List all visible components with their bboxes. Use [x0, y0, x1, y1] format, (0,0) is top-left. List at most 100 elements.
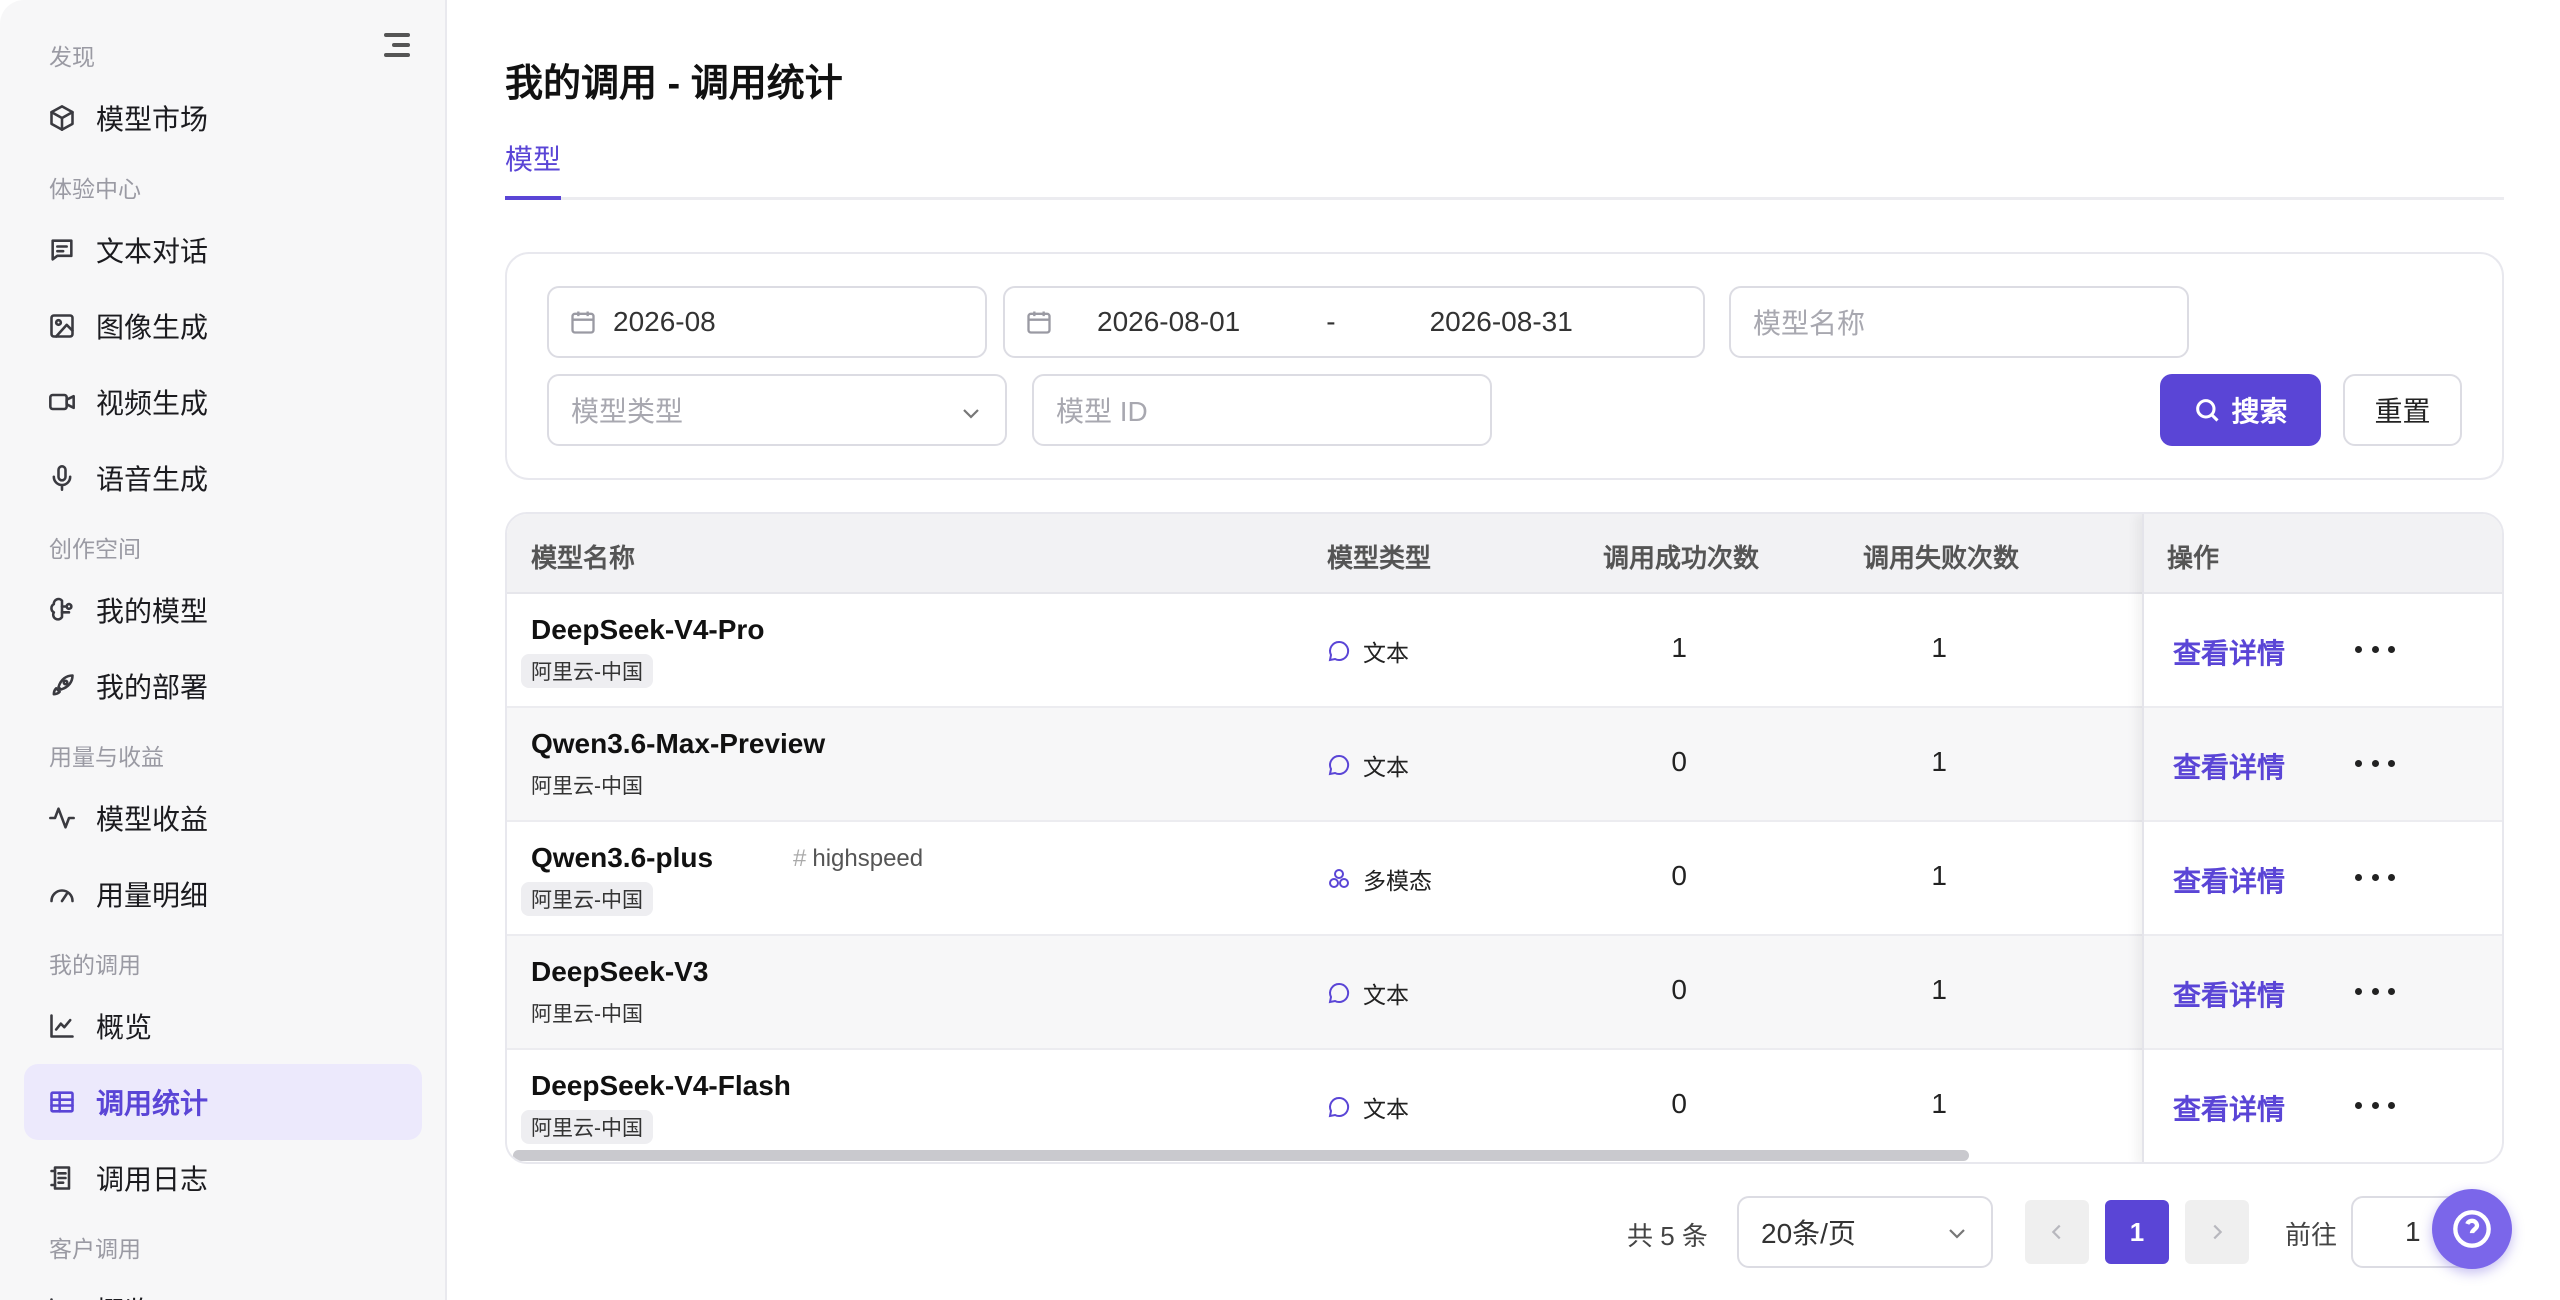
sidebar-item-my-models[interactable]: 我的模型 [24, 572, 422, 648]
sidebar-item-video-gen[interactable]: 视频生成 [24, 364, 422, 440]
sidebar-item-label: 视频生成 [96, 388, 209, 419]
view-details-link[interactable]: 查看详情 [2173, 632, 2285, 672]
multimodal-icon [1329, 869, 1349, 888]
goto-label: 前往 [2285, 1220, 2338, 1250]
prev-page-button[interactable] [2025, 1200, 2089, 1264]
next-page-button[interactable] [2185, 1200, 2249, 1264]
activity-icon [48, 804, 76, 832]
sidebar-item-overview[interactable]: 概览 [24, 988, 422, 1064]
page-size-select[interactable]: 20条/页 [1737, 1196, 1993, 1268]
reset-button[interactable]: 重置 [2343, 374, 2462, 446]
view-details-link[interactable]: 查看详情 [2173, 860, 2285, 900]
fail-count: 1 [1931, 1088, 1947, 1119]
more-actions-icon[interactable] [2355, 634, 2395, 664]
model-type: 文本 [1327, 634, 1409, 668]
sidebar-item-call-stats[interactable]: 调用统计 [24, 1064, 422, 1140]
main-content: 我的调用 - 调用统计 模型 2026-08 2026-08-01 - 2026… [449, 0, 2560, 1300]
pagination-total: 共 5 条 [1627, 1221, 1708, 1251]
video-icon [48, 388, 76, 416]
line-chart-icon [48, 1296, 76, 1300]
chevron-right-icon [2213, 1224, 2223, 1240]
sidebar-item-label: 语音生成 [96, 464, 209, 495]
sidebar-item-label: 调用日志 [96, 1164, 209, 1195]
model-type: 多模态 [1327, 862, 1432, 896]
model-name: DeepSeek-V4-Pro [531, 614, 765, 645]
sidebar-item-model-market[interactable]: 模型市场 [24, 80, 422, 156]
section-label-creation: 创作空间 [49, 536, 141, 562]
model-name-input[interactable]: 模型名称 [1729, 286, 2189, 358]
sidebar-item-voice-gen[interactable]: 语音生成 [24, 440, 422, 516]
success-count: 0 [1671, 1088, 1687, 1119]
horizontal-scrollbar[interactable] [513, 1150, 1969, 1161]
page-size-value: 20条/页 [1761, 1218, 1856, 1249]
chevron-down-icon [959, 400, 983, 424]
model-tag-label: highspeed [812, 845, 924, 872]
microphone-icon [48, 464, 76, 492]
more-actions-icon[interactable] [2355, 976, 2395, 1006]
month-picker[interactable]: 2026-08 [547, 286, 987, 358]
model-name: DeepSeek-V4-Flash [531, 1070, 791, 1101]
log-icon [48, 1164, 76, 1192]
model-id-input[interactable]: 模型 ID [1032, 374, 1492, 446]
table-icon [48, 1088, 76, 1116]
tab-bar: 模型 [505, 138, 2504, 200]
line-chart-icon [48, 1012, 76, 1040]
calendar-icon [569, 308, 597, 336]
table-header: 模型名称 模型类型 调用成功次数 调用失败次数 操作 [507, 514, 2502, 594]
sidebar-item-label: 调用统计 [96, 1088, 209, 1119]
model-tag: # highspeed [793, 845, 923, 873]
provider-badge: 阿里云-中国 [521, 1110, 653, 1144]
date-range-picker[interactable]: 2026-08-01 - 2026-08-31 [1003, 286, 1705, 358]
search-button[interactable]: 搜索 [2160, 374, 2321, 446]
fail-count: 1 [1931, 860, 1947, 891]
tab-model[interactable]: 模型 [505, 138, 562, 200]
sidebar-item-call-logs[interactable]: 调用日志 [24, 1140, 422, 1216]
more-actions-icon[interactable] [2355, 1090, 2395, 1120]
chevron-left-icon [2051, 1224, 2061, 1240]
image-icon [48, 312, 76, 340]
model-type-select[interactable]: 模型类型 [547, 374, 1007, 446]
chevron-down-icon [1945, 1220, 1969, 1244]
model-name: Qwen3.6-plus [531, 842, 714, 873]
success-count: 0 [1671, 974, 1687, 1005]
page-number-current[interactable]: 1 [2105, 1200, 2169, 1264]
table-row: DeepSeek-V3 阿里云-中国 文本 0 1 查看详情 [507, 936, 2502, 1050]
gauge-icon [48, 880, 76, 908]
model-name: DeepSeek-V3 [531, 956, 709, 987]
column-header-actions: 操作 [2167, 543, 2220, 573]
model-id-placeholder: 模型 ID [1056, 396, 1148, 427]
rocket-icon [48, 672, 76, 700]
sidebar-item-label: 我的部署 [96, 672, 209, 703]
model-type-placeholder: 模型类型 [571, 396, 684, 427]
menu-collapse-icon[interactable] [384, 33, 414, 59]
help-button[interactable] [2432, 1189, 2512, 1269]
sidebar-item-image-gen[interactable]: 图像生成 [24, 288, 422, 364]
sidebar-item-label: 概览 [96, 1012, 153, 1043]
sidebar-item-my-deployments[interactable]: 我的部署 [24, 648, 422, 724]
section-label-usage: 用量与收益 [49, 744, 164, 770]
sidebar-item-customer-overview[interactable]: 概览 [24, 1272, 422, 1300]
sidebar-item-usage-detail[interactable]: 用量明细 [24, 856, 422, 932]
model-type-label: 多模态 [1363, 868, 1432, 894]
more-actions-icon[interactable] [2355, 748, 2395, 778]
sidebar-item-model-revenue[interactable]: 模型收益 [24, 780, 422, 856]
model-type: 文本 [1327, 1090, 1409, 1124]
view-details-link[interactable]: 查看详情 [2173, 974, 2285, 1014]
cube-icon [48, 104, 76, 132]
model-name: Qwen3.6-Max-Preview [531, 728, 826, 759]
column-header-fail-count: 调用失败次数 [1863, 543, 2020, 573]
chat-bubble-icon [1328, 1096, 1350, 1118]
sidebar-item-label: 我的模型 [96, 596, 209, 627]
table-row: Qwen3.6-plus # highspeed 阿里云-中国 多模态 0 1 查… [507, 822, 2502, 936]
sidebar-item-text-chat[interactable]: 文本对话 [24, 212, 422, 288]
hash-icon: # [793, 845, 807, 872]
date-start: 2026-08-01 [1097, 306, 1241, 337]
brain-icon [48, 596, 76, 624]
month-value: 2026-08 [613, 306, 716, 337]
sidebar-item-label: 模型市场 [96, 104, 209, 135]
view-details-link[interactable]: 查看详情 [2173, 746, 2285, 786]
chat-bubble-icon [1328, 982, 1350, 1004]
view-details-link[interactable]: 查看详情 [2173, 1088, 2285, 1128]
sidebar-item-label: 模型收益 [96, 804, 209, 835]
more-actions-icon[interactable] [2355, 862, 2395, 892]
